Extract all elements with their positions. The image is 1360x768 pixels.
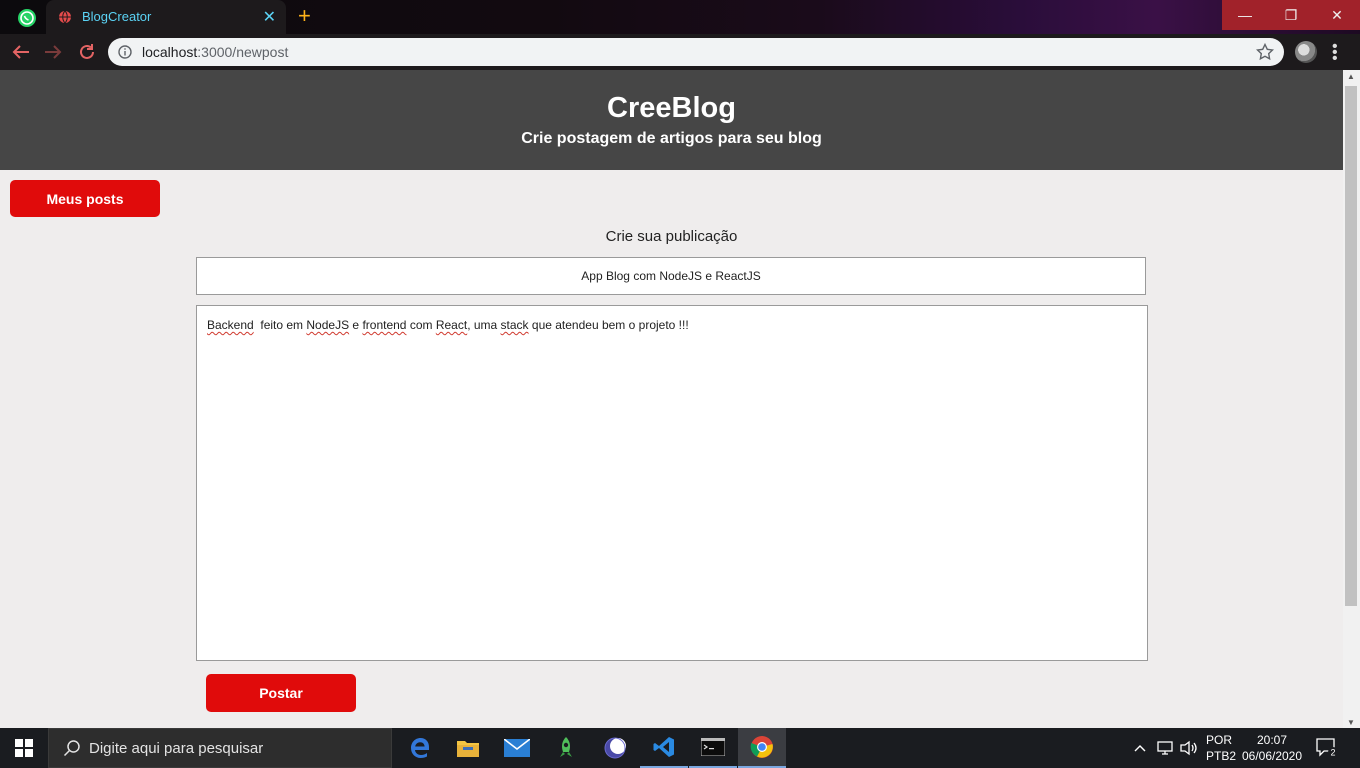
browser-toolbar: localhost:3000/newpost	[0, 34, 1360, 70]
submit-post-button[interactable]: Postar	[206, 674, 356, 712]
whatsapp-tab-icon[interactable]	[14, 7, 40, 29]
windows-start-icon[interactable]	[0, 728, 48, 768]
post-body-text: Backend feito em NodeJS e frontend com R…	[207, 318, 689, 332]
url-host: localhost	[142, 44, 198, 60]
rocket-app-icon[interactable]	[542, 728, 590, 768]
keyboard-layout: PTB2	[1206, 749, 1237, 763]
url-path: :3000/newpost	[197, 44, 289, 60]
page-scrollbar[interactable]: ▲ ▼	[1343, 70, 1360, 728]
back-icon[interactable]	[10, 42, 32, 62]
tray-chevron-icon[interactable]	[1130, 728, 1150, 768]
info-icon[interactable]	[118, 45, 132, 59]
search-icon	[63, 740, 80, 757]
tab-close-icon[interactable]: ✕	[263, 7, 276, 27]
clock-time: 20:07	[1256, 733, 1288, 747]
url-text: localhost:3000/newpost	[142, 44, 288, 60]
spellcheck-word: React	[435, 318, 468, 332]
forward-icon[interactable]	[42, 42, 64, 62]
window-close-icon[interactable]: ✕	[1314, 0, 1360, 30]
post-title-input[interactable]: App Blog com NodeJS e ReactJS	[196, 257, 1146, 295]
search-placeholder: Digite aqui para pesquisar	[89, 740, 264, 757]
body-text-segment: , uma	[467, 318, 501, 332]
menu-kebab-icon[interactable]: • • •	[1332, 39, 1338, 67]
vscode-icon[interactable]	[640, 728, 688, 768]
mail-icon[interactable]	[493, 728, 541, 768]
my-posts-button[interactable]: Meus posts	[10, 180, 160, 217]
spellcheck-word: frontend	[362, 318, 407, 332]
notification-center-icon[interactable]: 2	[1316, 738, 1338, 763]
windows-taskbar: Digite aqui para pesquisar POR PTB2 20:0…	[0, 728, 1360, 768]
network-icon[interactable]	[1154, 728, 1176, 768]
spellcheck-word: NodeJS	[306, 318, 350, 332]
spellcheck-word: Backend	[207, 318, 254, 332]
profile-avatar[interactable]	[1295, 41, 1317, 63]
site-title: CreeBlog	[607, 92, 736, 124]
address-bar[interactable]: localhost:3000/newpost	[108, 38, 1284, 66]
globe-icon	[59, 10, 71, 24]
chrome-icon[interactable]	[738, 728, 786, 768]
form-heading: Crie sua publicação	[605, 228, 738, 245]
new-tab-icon[interactable]: +	[298, 5, 311, 27]
body-text-segment: feito em	[253, 318, 307, 332]
terminal-icon[interactable]	[689, 728, 737, 768]
volume-icon[interactable]	[1178, 728, 1200, 768]
browser-titlebar: BlogCreator ✕ + — ❐ ✕	[0, 0, 1360, 34]
browser-tab-active[interactable]: BlogCreator ✕	[46, 0, 286, 34]
file-explorer-icon[interactable]	[444, 728, 492, 768]
restore-icon[interactable]: ❐	[1268, 0, 1314, 30]
edge-icon[interactable]	[396, 728, 444, 768]
reload-icon[interactable]	[76, 42, 98, 62]
notification-count: 2	[1330, 748, 1335, 758]
spellcheck-word: stack	[500, 318, 529, 332]
site-subtitle: Crie postagem de artigos para seu blog	[521, 130, 822, 147]
taskbar-clock[interactable]: 20:07 06/06/2020	[1238, 732, 1306, 764]
body-text-segment: e	[349, 318, 363, 332]
body-text-segment: com	[406, 318, 436, 332]
site-header: CreeBlog Crie postagem de artigos para s…	[0, 70, 1343, 170]
input-language[interactable]: POR PTB2	[1206, 732, 1237, 764]
bookmark-star-icon[interactable]	[1256, 43, 1274, 61]
clock-date: 06/06/2020	[1241, 749, 1303, 763]
body-text-segment: que atendeu bem o projeto !!!	[528, 318, 689, 332]
taskbar-search[interactable]: Digite aqui para pesquisar	[48, 728, 392, 768]
language-code: POR	[1206, 733, 1233, 747]
minimize-icon[interactable]: —	[1222, 0, 1268, 30]
eclipse-app-icon[interactable]	[591, 728, 639, 768]
scroll-down-icon[interactable]: ▼	[1347, 718, 1355, 727]
scroll-up-icon[interactable]: ▲	[1347, 72, 1355, 81]
tab-title: BlogCreator	[82, 9, 152, 24]
post-body-textarea[interactable]: Backend feito em NodeJS e frontend com R…	[196, 305, 1148, 661]
scrollbar-thumb[interactable]	[1345, 86, 1357, 606]
